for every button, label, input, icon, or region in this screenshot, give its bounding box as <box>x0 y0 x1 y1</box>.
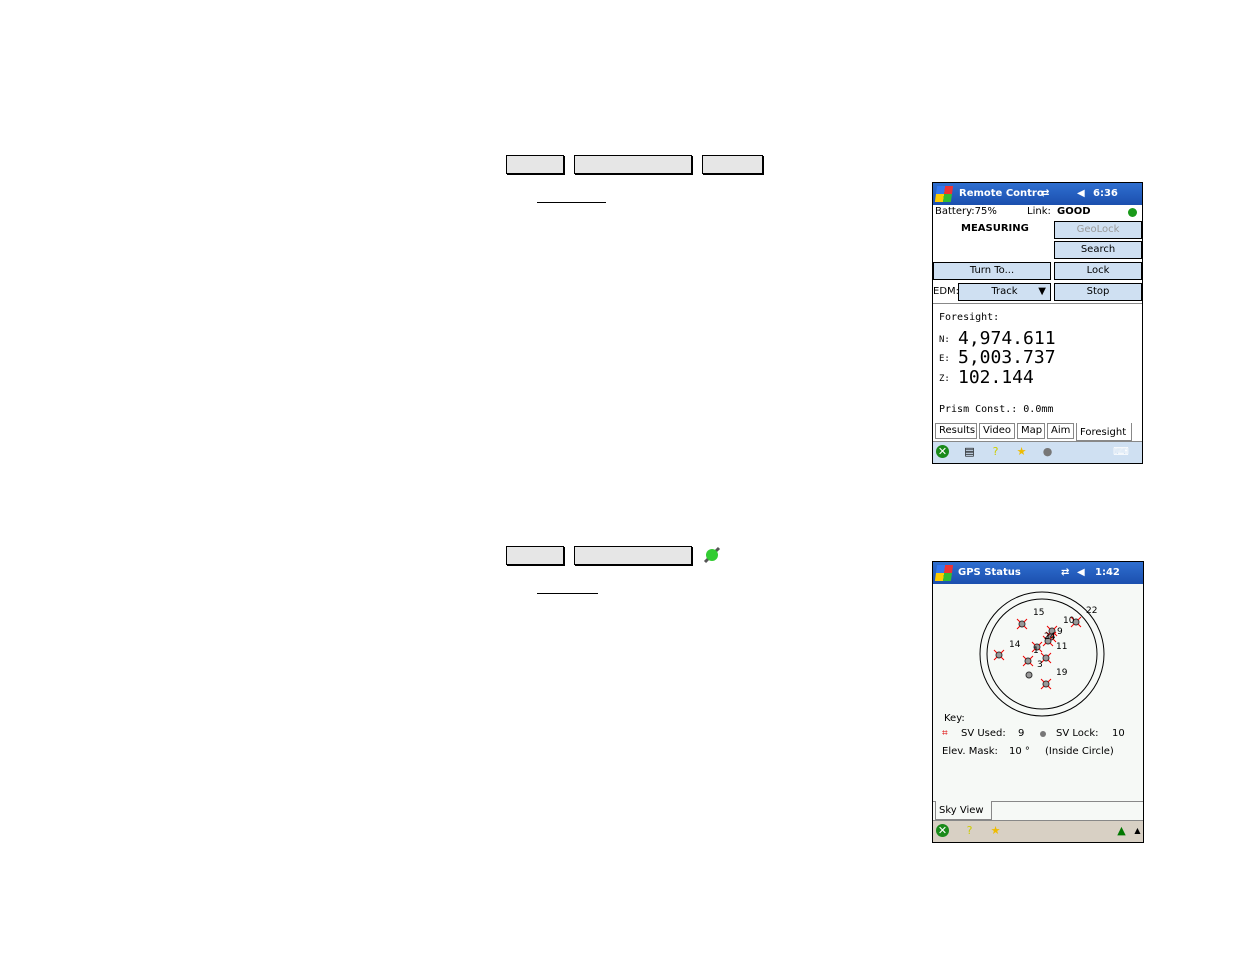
northing-value: 4,974.611 <box>958 328 1056 349</box>
tab-sky-view[interactable]: Sky View <box>935 801 992 820</box>
satellite-label: 11 <box>1056 642 1067 652</box>
key-label: Key: <box>944 713 965 724</box>
geolock-button[interactable]: GeoLock <box>1054 221 1142 239</box>
favorite-star-icon[interactable]: ★ <box>1015 445 1028 458</box>
title-bar: Remote Contro ⇄ ◀ 6:36 <box>933 183 1142 205</box>
expand-up-icon[interactable]: ▲ <box>1131 824 1143 837</box>
satellite-label: 15 <box>1033 608 1044 618</box>
placeholder-button-3[interactable] <box>702 155 763 174</box>
dropdown-arrow-icon: ▼ <box>1038 286 1046 297</box>
close-icon[interactable]: ✕ <box>936 824 949 837</box>
satellite-label: 9 <box>1057 627 1063 637</box>
foresight-label: Foresight: <box>939 312 1000 323</box>
trimble-logo-icon[interactable]: ▲ <box>1115 824 1128 837</box>
sv-used-label: SV Used: <box>961 728 1006 739</box>
checklist-icon[interactable]: ▤ <box>963 445 976 458</box>
help-icon[interactable]: ? <box>989 445 1002 458</box>
placeholder-button-2[interactable] <box>574 155 692 174</box>
satellite-label: 3 <box>1037 660 1043 670</box>
tab-aim[interactable]: Aim <box>1047 423 1074 439</box>
n-label: N: <box>939 335 950 345</box>
volume-icon[interactable]: ◀ <box>1077 188 1085 199</box>
start-menu-icon[interactable] <box>934 186 954 202</box>
help-icon[interactable]: ? <box>963 824 976 837</box>
satellite-label: 19 <box>1056 668 1068 678</box>
link-status-led-icon <box>1128 208 1137 217</box>
edm-label: EDM: <box>933 286 960 297</box>
window-title: Remote Contro <box>959 188 1044 199</box>
sv-lock-label: SV Lock: <box>1056 728 1099 739</box>
underline <box>537 202 606 203</box>
prism-constant: Prism Const.: 0.0mm <box>939 404 1054 415</box>
search-button[interactable]: Search <box>1054 241 1142 259</box>
elev-mask-note: (Inside Circle) <box>1045 746 1114 757</box>
placeholder-button-4[interactable] <box>506 546 564 565</box>
z-label: Z: <box>939 374 950 384</box>
sv-lock-value: 10 <box>1112 728 1125 739</box>
edm-dropdown[interactable]: Track ▼ <box>958 283 1051 301</box>
bottom-toolbar: ✕ ? ★ ▲ ▲ <box>933 820 1143 842</box>
link-value: GOOD <box>1057 206 1091 217</box>
battery-status: Battery:75% <box>935 206 997 217</box>
sv-lock-icon <box>1040 731 1046 737</box>
lock-button[interactable]: Lock <box>1054 262 1142 280</box>
stop-button[interactable]: Stop <box>1054 283 1142 301</box>
easting-value: 5,003.737 <box>958 347 1056 368</box>
placeholder-button-1[interactable] <box>506 155 564 174</box>
favorite-star-icon[interactable]: ★ <box>989 824 1002 837</box>
satellite-label: 22 <box>1086 606 1097 616</box>
edm-value: Track <box>991 286 1018 297</box>
elev-mask-value: 10 ° <box>1009 746 1030 757</box>
tab-foresight[interactable]: Foresight <box>1076 423 1132 441</box>
connection-icon[interactable]: ● <box>1041 445 1054 458</box>
satellite-label: 1 <box>1033 646 1039 656</box>
turn-to-button[interactable]: Turn To... <box>933 262 1051 280</box>
satellite-label: 14 <box>1009 640 1021 650</box>
tab-video[interactable]: Video <box>979 423 1015 439</box>
close-icon[interactable]: ✕ <box>936 445 949 458</box>
sv-used-icon: ⌗ <box>942 728 948 739</box>
bottom-toolbar: ✕ ▤ ? ★ ● ⌨ <box>933 441 1142 463</box>
satellite-label: 24 <box>1044 632 1056 642</box>
measuring-status: MEASURING <box>961 223 1029 234</box>
keyboard-icon[interactable]: ⌨ <box>1113 445 1129 458</box>
sv-used-value: 9 <box>1018 728 1025 739</box>
elevation-value: 102.144 <box>958 367 1034 388</box>
gps-link-icon <box>703 546 721 564</box>
e-label: E: <box>939 354 950 364</box>
gps-status-screen: GPS Status ⇄ ◀ 1:42 15 22 10 9 24 1 11 14 3 19 Ke… <box>932 561 1144 843</box>
tab-map[interactable]: Map <box>1017 423 1045 439</box>
remote-control-screen: Remote Contro ⇄ ◀ 6:36 Battery:75% Link:… <box>932 182 1143 464</box>
satellite-marker <box>1025 671 1033 679</box>
connectivity-icon[interactable]: ⇄ <box>1041 188 1049 199</box>
underline <box>537 593 598 594</box>
placeholder-button-5[interactable] <box>574 546 692 565</box>
elev-mask-label: Elev. Mask: <box>942 746 998 757</box>
link-label: Link: <box>1027 206 1051 217</box>
satellite-label: 10 <box>1063 616 1075 626</box>
sky-view-plot: 15 22109241 1114319 <box>979 591 1105 717</box>
clock[interactable]: 6:36 <box>1093 188 1118 199</box>
tab-results[interactable]: Results <box>935 423 977 439</box>
